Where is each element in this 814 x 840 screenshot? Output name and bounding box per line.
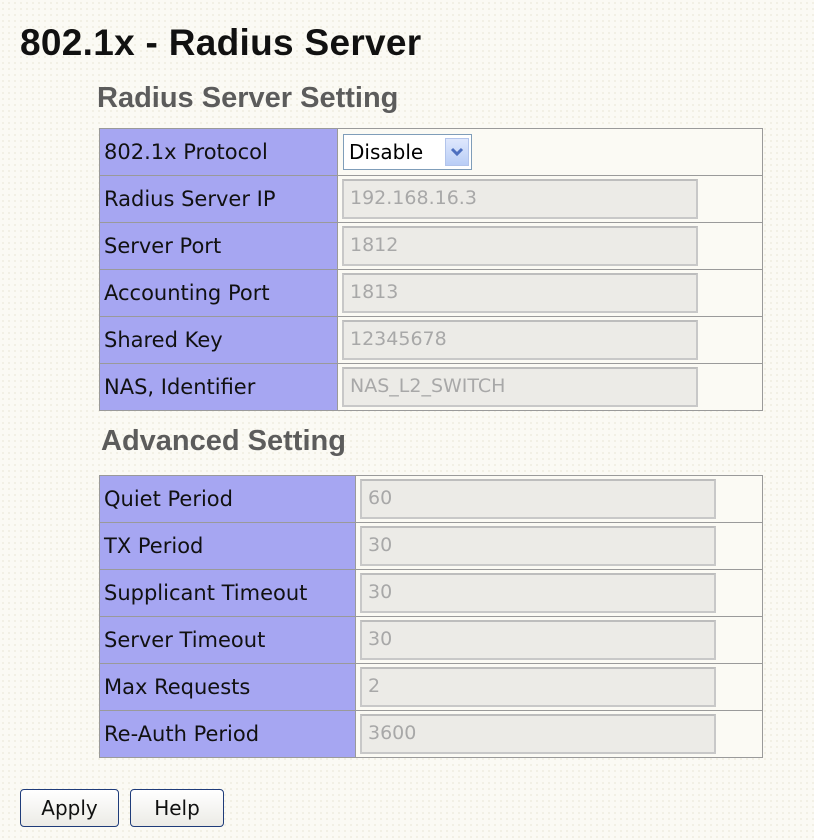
server-timeout-label: Server Timeout xyxy=(99,616,356,664)
quiet-period-row: Quiet Period 60 xyxy=(99,475,763,523)
supplicant-timeout-row: Supplicant Timeout 30 xyxy=(99,569,763,617)
max-requests-label: Max Requests xyxy=(99,663,356,711)
radius-settings-table: 802.1x Protocol Disable Radius Server IP… xyxy=(99,128,763,411)
radius-server-ip-input[interactable]: 192.168.16.3 xyxy=(342,179,698,219)
accounting-port-row: Accounting Port 1813 xyxy=(99,269,763,317)
max-requests-input[interactable]: 2 xyxy=(360,667,716,707)
advanced-settings-table: Quiet Period 60 TX Period 30 Supplicant … xyxy=(99,475,763,758)
nas-identifier-input[interactable]: NAS_L2_SWITCH xyxy=(342,367,698,407)
shared-key-row: Shared Key 12345678 xyxy=(99,316,763,364)
server-port-row: Server Port 1812 xyxy=(99,222,763,270)
help-button[interactable]: Help xyxy=(130,789,224,827)
protocol-label: 802.1x Protocol xyxy=(99,128,338,176)
max-requests-row: Max Requests 2 xyxy=(99,663,763,711)
protocol-select[interactable]: Disable xyxy=(343,134,472,170)
page-title: 802.1x - Radius Server xyxy=(20,22,422,63)
nas-identifier-row: NAS, Identifier NAS_L2_SWITCH xyxy=(99,363,763,411)
tx-period-input[interactable]: 30 xyxy=(360,526,716,566)
protocol-row: 802.1x Protocol Disable xyxy=(99,128,763,176)
re-auth-period-row: Re-Auth Period 3600 xyxy=(99,710,763,758)
shared-key-input[interactable]: 12345678 xyxy=(342,320,698,360)
apply-button[interactable]: Apply xyxy=(20,789,119,827)
supplicant-timeout-input[interactable]: 30 xyxy=(360,573,716,613)
accounting-port-label: Accounting Port xyxy=(99,269,338,317)
tx-period-row: TX Period 30 xyxy=(99,522,763,570)
server-port-label: Server Port xyxy=(99,222,338,270)
server-port-input[interactable]: 1812 xyxy=(342,226,698,266)
accounting-port-input[interactable]: 1813 xyxy=(342,273,698,313)
re-auth-period-label: Re-Auth Period xyxy=(99,710,356,758)
server-timeout-input[interactable]: 30 xyxy=(360,620,716,660)
quiet-period-label: Quiet Period xyxy=(99,475,356,523)
server-timeout-row: Server Timeout 30 xyxy=(99,616,763,664)
nas-identifier-label: NAS, Identifier xyxy=(99,363,338,411)
quiet-period-input[interactable]: 60 xyxy=(360,479,716,519)
supplicant-timeout-label: Supplicant Timeout xyxy=(99,569,356,617)
re-auth-period-input[interactable]: 3600 xyxy=(360,714,716,754)
radius-server-ip-label: Radius Server IP xyxy=(99,175,338,223)
radius-server-setting-heading: Radius Server Setting xyxy=(97,82,399,114)
tx-period-label: TX Period xyxy=(99,522,356,570)
chevron-down-icon[interactable] xyxy=(445,138,469,166)
protocol-select-value: Disable xyxy=(349,140,424,164)
advanced-setting-heading: Advanced Setting xyxy=(101,425,346,457)
radius-server-ip-row: Radius Server IP 192.168.16.3 xyxy=(99,175,763,223)
shared-key-label: Shared Key xyxy=(99,316,338,364)
